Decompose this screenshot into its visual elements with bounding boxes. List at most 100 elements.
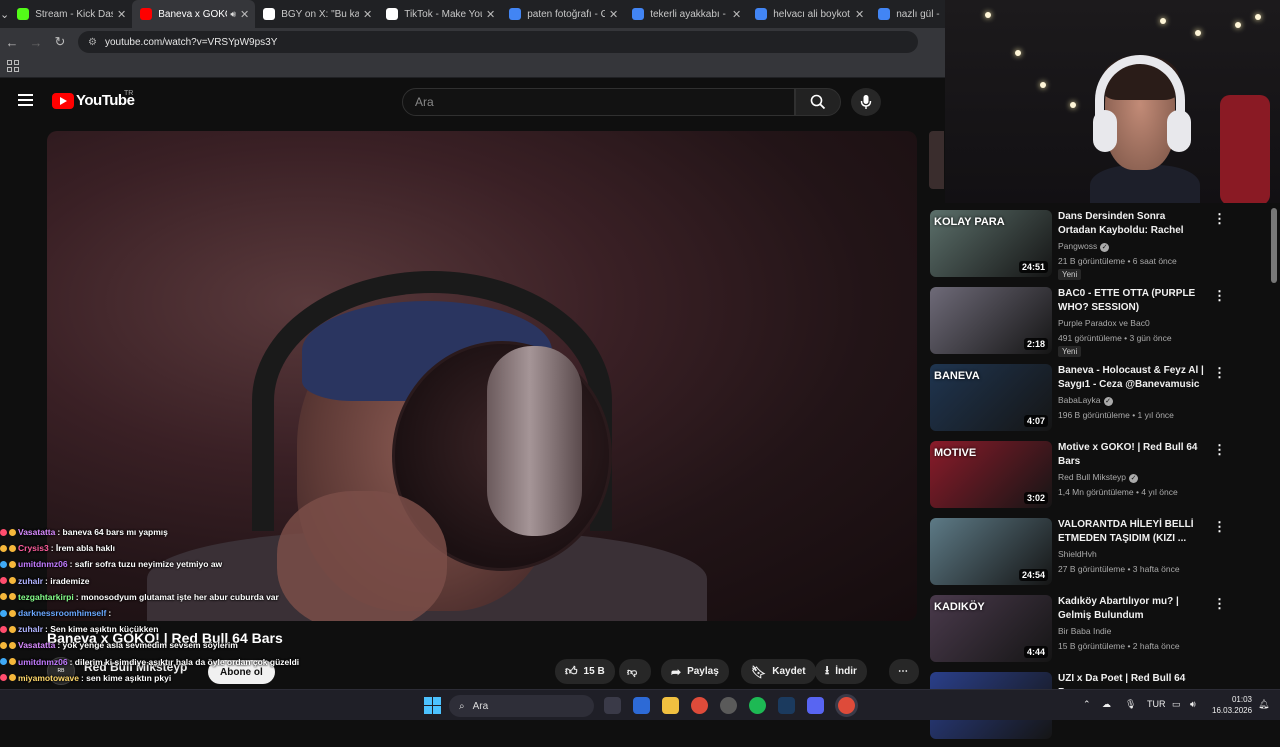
more-vertical-icon[interactable]: ⋮	[1213, 365, 1226, 381]
network-icon[interactable]: ▭	[1172, 699, 1181, 710]
more-actions-button[interactable]: ⋯	[889, 659, 919, 684]
webcam-headset-ear	[1093, 110, 1117, 152]
recommended-video-title[interactable]: Dans Dersinden Sonra Ortadan Kayboldu: R…	[1058, 210, 1206, 239]
chat-username[interactable]: Vasatatta	[18, 527, 55, 537]
chat-username[interactable]: Crysis3	[18, 543, 49, 553]
tab-close-icon[interactable]: ✕	[486, 8, 495, 21]
tab-search-chevron-icon[interactable]: ⌄	[0, 0, 9, 28]
like-button[interactable]: 👍︎ 15 B	[555, 659, 615, 684]
chat-username[interactable]: umitdnmz06	[18, 657, 68, 667]
chat-username[interactable]: Vasatatta	[18, 640, 55, 650]
video-thumbnail[interactable]: MOTIVE 3:02	[930, 441, 1052, 508]
apps-grid-icon[interactable]	[7, 60, 19, 72]
dislike-button[interactable]: 👎︎	[619, 659, 651, 684]
tab-close-icon[interactable]: ✕	[609, 8, 618, 21]
hamburger-menu-icon[interactable]	[18, 94, 33, 106]
browser-tab[interactable]: tekerli ayakkabı - Go ✕	[624, 0, 747, 28]
search-input[interactable]	[415, 95, 794, 109]
taskbar-search[interactable]: ⌕ Ara	[449, 695, 594, 717]
recommended-channel[interactable]: Bir Baba Indie	[1058, 626, 1111, 636]
recommended-video-title[interactable]: Kadıköy Abartılıyor mu? | Gelmiş Bulundu…	[1058, 595, 1206, 623]
tab-close-icon[interactable]: ✕	[117, 8, 126, 21]
more-vertical-icon[interactable]: ⋮	[1213, 442, 1226, 458]
taskbar-clock[interactable]: 01:03 16.03.2026	[1212, 694, 1252, 716]
spotify-icon[interactable]	[749, 697, 766, 714]
tab-close-icon[interactable]: ✕	[240, 8, 249, 21]
reload-icon[interactable]: ↻	[48, 34, 72, 50]
microphone-tray-icon[interactable]: 🎙︎	[1125, 699, 1136, 710]
tray-chevron-icon[interactable]: ⌃	[1083, 699, 1091, 710]
file-explorer-icon[interactable]	[662, 697, 679, 714]
chat-badge-icon	[0, 593, 7, 601]
task-view-icon[interactable]	[604, 697, 621, 714]
cloud-icon[interactable]: ☁	[1102, 699, 1111, 710]
tab-close-icon[interactable]: ✕	[732, 8, 741, 21]
microsoft-store-icon[interactable]	[633, 697, 650, 714]
search-button[interactable]	[795, 88, 841, 116]
browser-tab[interactable]: Baneva x GOKO!🔊︎ ✕	[132, 0, 256, 28]
notification-icon[interactable]: 🔔︎	[1258, 699, 1269, 710]
recommended-channel[interactable]: Red Bull Miksteyp ✓	[1058, 472, 1139, 483]
obs-icon[interactable]	[720, 697, 737, 714]
browser-tab[interactable]: BGY on X: "Bu kadarn ✕	[255, 0, 378, 28]
recommended-channel[interactable]: BabaLayka ✓	[1058, 395, 1113, 406]
chat-username[interactable]: miyamotowave	[18, 673, 79, 683]
chrome-icon[interactable]	[691, 697, 708, 714]
browser-tab[interactable]: paten fotoğrafı - Goo ✕	[501, 0, 624, 28]
recommended-video-title[interactable]: Baneva - Holocaust & Feyz Al | Saygı1 - …	[1058, 364, 1206, 392]
recommended-video-title[interactable]: VALORANTDA HİLEYİ BELLİ ETMEDEN TAŞIDIM …	[1058, 518, 1206, 546]
volume-icon[interactable]: 🔊︎	[1190, 699, 1196, 710]
download-button[interactable]: ⭳ İndir	[815, 659, 867, 684]
string-light	[1070, 102, 1076, 108]
share-button[interactable]: ➦ Paylaş	[661, 659, 729, 684]
webcam-headset-ear	[1167, 110, 1191, 152]
tab-audio-icon[interactable]: 🔊︎	[230, 9, 236, 20]
browser-tab[interactable]: TikTok - Make Your D ✕	[378, 0, 501, 28]
recommended-channel[interactable]: Purple Paradox ve Bac0	[1058, 318, 1150, 328]
recommended-channel[interactable]: ShieldHvh	[1058, 549, 1097, 559]
voice-search-button[interactable]	[851, 88, 881, 116]
recommended-video[interactable]: BANEVA 4:07 Baneva - Holocaust & Feyz Al |…	[929, 362, 1229, 439]
save-button[interactable]: 🔖︎ Kaydet	[741, 659, 816, 684]
forward-arrow-icon[interactable]: →	[24, 35, 48, 50]
video-thumbnail[interactable]: 24:54	[930, 518, 1052, 585]
more-vertical-icon[interactable]: ⋮	[1213, 519, 1226, 535]
chrome-active-icon[interactable]	[838, 697, 855, 714]
recommended-video-title[interactable]: BAC0 - ETTE OTTA (PURPLE WHO? SESSION)	[1058, 287, 1206, 315]
webcam-poster	[1220, 95, 1270, 203]
recommended-video-title[interactable]: Motive x GOKO! | Red Bull 64 Bars	[1058, 441, 1206, 469]
more-vertical-icon[interactable]: ⋮	[1213, 211, 1226, 227]
browser-tab[interactable]: Stream - Kick Dashbo ✕	[9, 0, 132, 28]
address-bar[interactable]: ⚙ youtube.com/watch?v=VRSYpW9ps3Y	[78, 31, 918, 53]
recommended-video[interactable]: KADIKÖY 4:44 Kadıköy Abartılıyor mu? | Gel…	[929, 593, 1229, 670]
tab-close-icon[interactable]: ✕	[363, 8, 372, 21]
recommended-channel-name: Pangwoss	[1058, 241, 1098, 251]
more-vertical-icon[interactable]: ⋮	[1213, 596, 1226, 612]
chat-username[interactable]: darknessroomhimself	[18, 608, 106, 618]
recommended-video[interactable]: 2:18 BAC0 - ETTE OTTA (PURPLE WHO? SESSIO…	[929, 285, 1229, 362]
back-arrow-icon[interactable]: ←	[0, 35, 24, 50]
chat-username[interactable]: tezgahtarkirpi	[18, 592, 74, 602]
recommended-video[interactable]: MOTIVE 3:02 Motive x GOKO! | Red Bull 64 B…	[929, 439, 1229, 516]
site-info-icon[interactable]: ⚙	[88, 37, 97, 48]
chat-username[interactable]: umitdnmz06	[18, 559, 68, 569]
tab-close-icon[interactable]: ✕	[855, 8, 864, 21]
recommended-video[interactable]: 24:54 VALORANTDA HİLEYİ BELLİ ETMEDEN TAŞ…	[929, 516, 1229, 593]
recommended-channel[interactable]: Pangwoss ✓	[1058, 241, 1110, 252]
language-indicator[interactable]: TUR	[1147, 699, 1166, 709]
video-thumbnail[interactable]: KOLAY PARA 24:51	[930, 210, 1052, 277]
more-vertical-icon[interactable]: ⋮	[1213, 288, 1226, 304]
browser-tab[interactable]: helvacı ali boykot mu ✕	[747, 0, 870, 28]
windows-start-icon[interactable]	[424, 697, 441, 714]
video-thumbnail[interactable]: KADIKÖY 4:44	[930, 595, 1052, 662]
chat-username[interactable]: zuhalr	[18, 624, 43, 634]
page-scrollbar[interactable]	[1271, 208, 1277, 283]
chat-username[interactable]: zuhalr	[18, 576, 43, 586]
steam-icon[interactable]	[778, 697, 795, 714]
chat-message: Vasatatta: baneva 64 bars mı yapmış	[0, 524, 380, 540]
video-thumbnail[interactable]: BANEVA 4:07	[930, 364, 1052, 431]
youtube-logo[interactable]: YouTube	[52, 92, 135, 109]
discord-icon[interactable]	[807, 697, 824, 714]
video-thumbnail[interactable]: 2:18	[930, 287, 1052, 354]
recommended-video[interactable]: KOLAY PARA 24:51 Dans Dersinden Sonra Orta…	[929, 208, 1229, 285]
